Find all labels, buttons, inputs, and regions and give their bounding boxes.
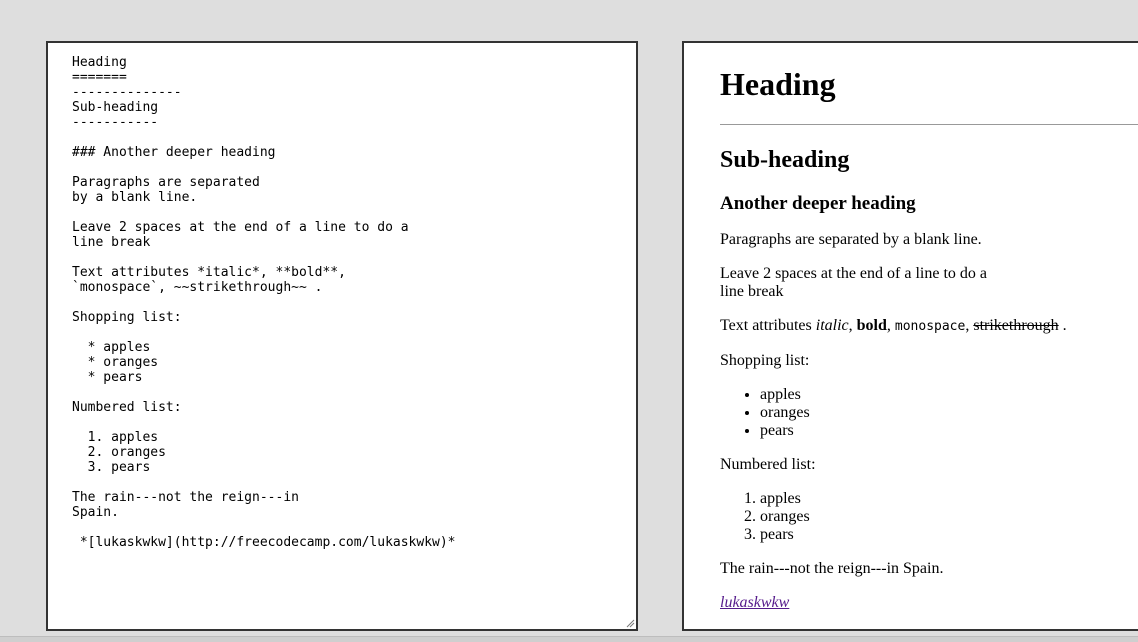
resize-handle-icon[interactable]	[625, 618, 635, 628]
preview-link-paragraph: lukaskwkw	[720, 594, 1138, 612]
preview-heading-1: Heading	[720, 66, 836, 102]
preview-attributes-paragraph: Text attributes italic, bold, monospace,…	[720, 317, 1138, 336]
shopping-list: apples oranges pears	[720, 386, 1138, 440]
markdown-preview-pane: Heading Sub-heading Another deeper headi…	[682, 41, 1138, 631]
preview-divider	[720, 124, 1138, 125]
numbered-list-label: Numbered list:	[720, 456, 816, 473]
attrs-monospace: monospace	[894, 319, 966, 334]
list-item: apples	[760, 490, 1138, 508]
list-item: oranges	[760, 508, 1138, 526]
preview-heading-3: Another deeper heading	[720, 193, 916, 214]
preview-rain-paragraph: The rain---not the reign---in Spain.	[720, 560, 944, 577]
list-item: oranges	[760, 404, 1138, 422]
markdown-input[interactable]: Heading ======= -------------- Sub-headi…	[48, 43, 636, 629]
attrs-prefix: Text attributes	[720, 317, 816, 334]
preview-link[interactable]: lukaskwkw	[720, 594, 789, 611]
shopping-list-label: Shopping list:	[720, 352, 810, 369]
preview-heading-2: Sub-heading	[720, 147, 850, 173]
linebreak-line-2: line break	[720, 283, 784, 300]
attrs-bold: bold	[856, 317, 887, 334]
attrs-suffix: .	[1058, 317, 1067, 334]
list-item: apples	[760, 386, 1138, 404]
attrs-sep-1: ,	[848, 317, 857, 334]
preview-linebreak-paragraph: Leave 2 spaces at the end of a line to d…	[720, 265, 1138, 301]
markdown-editor-pane: Heading ======= -------------- Sub-headi…	[46, 41, 638, 631]
attrs-sep-2: ,	[886, 317, 895, 334]
window-bottom-edge	[0, 636, 1138, 642]
list-item: pears	[760, 422, 1138, 440]
numbered-list: apples oranges pears	[720, 490, 1138, 544]
attrs-strikethrough: strikethrough	[973, 317, 1059, 334]
attrs-italic: italic	[815, 317, 849, 334]
preview-paragraph: Paragraphs are separated by a blank line…	[720, 231, 982, 248]
linebreak-line-1: Leave 2 spaces at the end of a line to d…	[720, 265, 987, 282]
list-item: pears	[760, 526, 1138, 544]
